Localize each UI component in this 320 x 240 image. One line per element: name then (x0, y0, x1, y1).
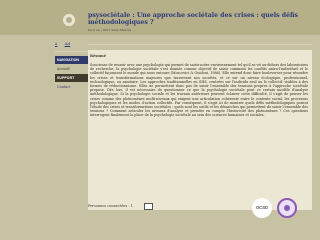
content-divider (88, 44, 312, 45)
site-logo-icon[interactable] (63, 14, 75, 26)
sidebar-links: à Ad (55, 41, 76, 46)
sidebar-item-contact[interactable]: Contact (57, 85, 70, 89)
content-heading: Résumé (90, 54, 106, 58)
page-footer: Personnes connectées : 1 OCSD (0, 190, 320, 230)
users-icon (144, 203, 153, 210)
page-header: psysociétale : Une approche sociétale de… (0, 0, 320, 35)
circle-logo-icon (277, 198, 297, 218)
article-meta: Da 0 en | 0001 dans Rfaures (88, 28, 132, 32)
main-content: Résumé Soucieuse de reussir avec une psy… (88, 44, 312, 210)
partner-logo: OCSD (252, 198, 272, 218)
sidebar-item-accueil[interactable]: Accueil (57, 67, 70, 71)
article-body: Soucieuse de reussir avec une psychologi… (90, 63, 308, 118)
online-users-text: Personnes connectées : 1 (88, 204, 133, 208)
sidebar-link-a[interactable]: à (55, 41, 57, 46)
article-title: psysociétale : Une approche sociétale de… (88, 12, 298, 26)
sidebar-link-ad[interactable]: Ad (65, 41, 70, 46)
